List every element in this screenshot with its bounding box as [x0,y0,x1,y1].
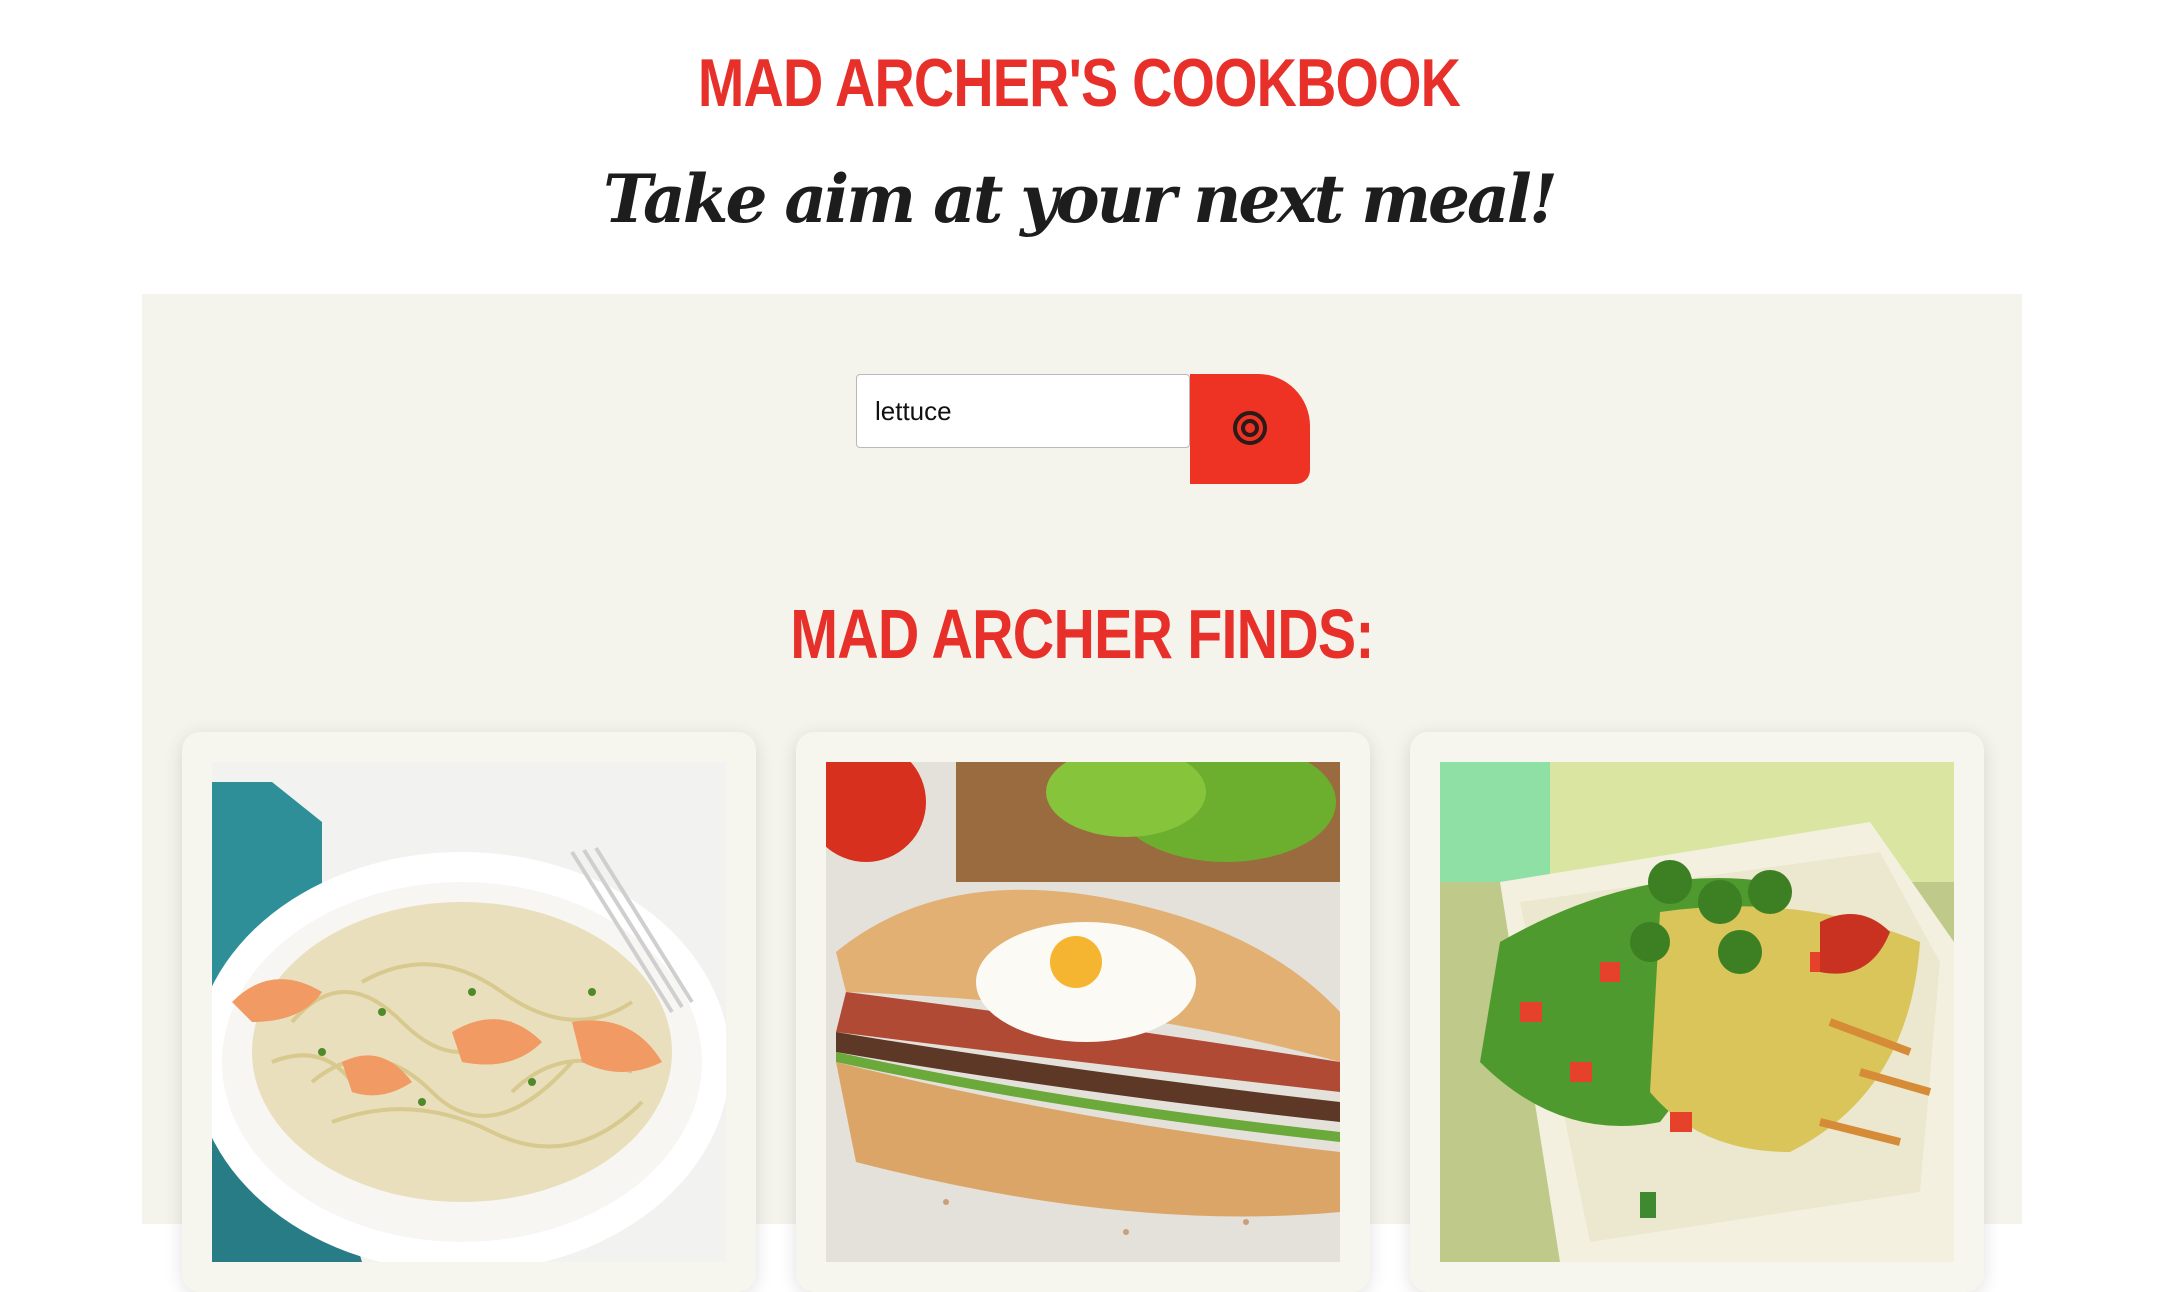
recipe-card[interactable] [1410,732,1984,1292]
recipe-image-shrimp-linguine[interactable] [212,762,726,1262]
recipe-card[interactable] [796,732,1370,1292]
recipe-image-loaded-fries[interactable] [1440,762,1954,1262]
target-icon [1230,408,1270,451]
search-button[interactable] [1190,374,1310,484]
main-panel: MAD ARCHER FINDS: [142,294,2022,1292]
tagline: Take aim at your next meal! [603,160,1558,238]
results-heading: MAD ARCHER FINDS: [790,595,1374,673]
site-title: MAD ARCHER'S COOKBOOK [697,45,1461,121]
search-input[interactable] [856,374,1190,448]
recipe-card[interactable] [182,732,756,1292]
recipe-image-steak-sandwich[interactable] [826,762,1340,1262]
